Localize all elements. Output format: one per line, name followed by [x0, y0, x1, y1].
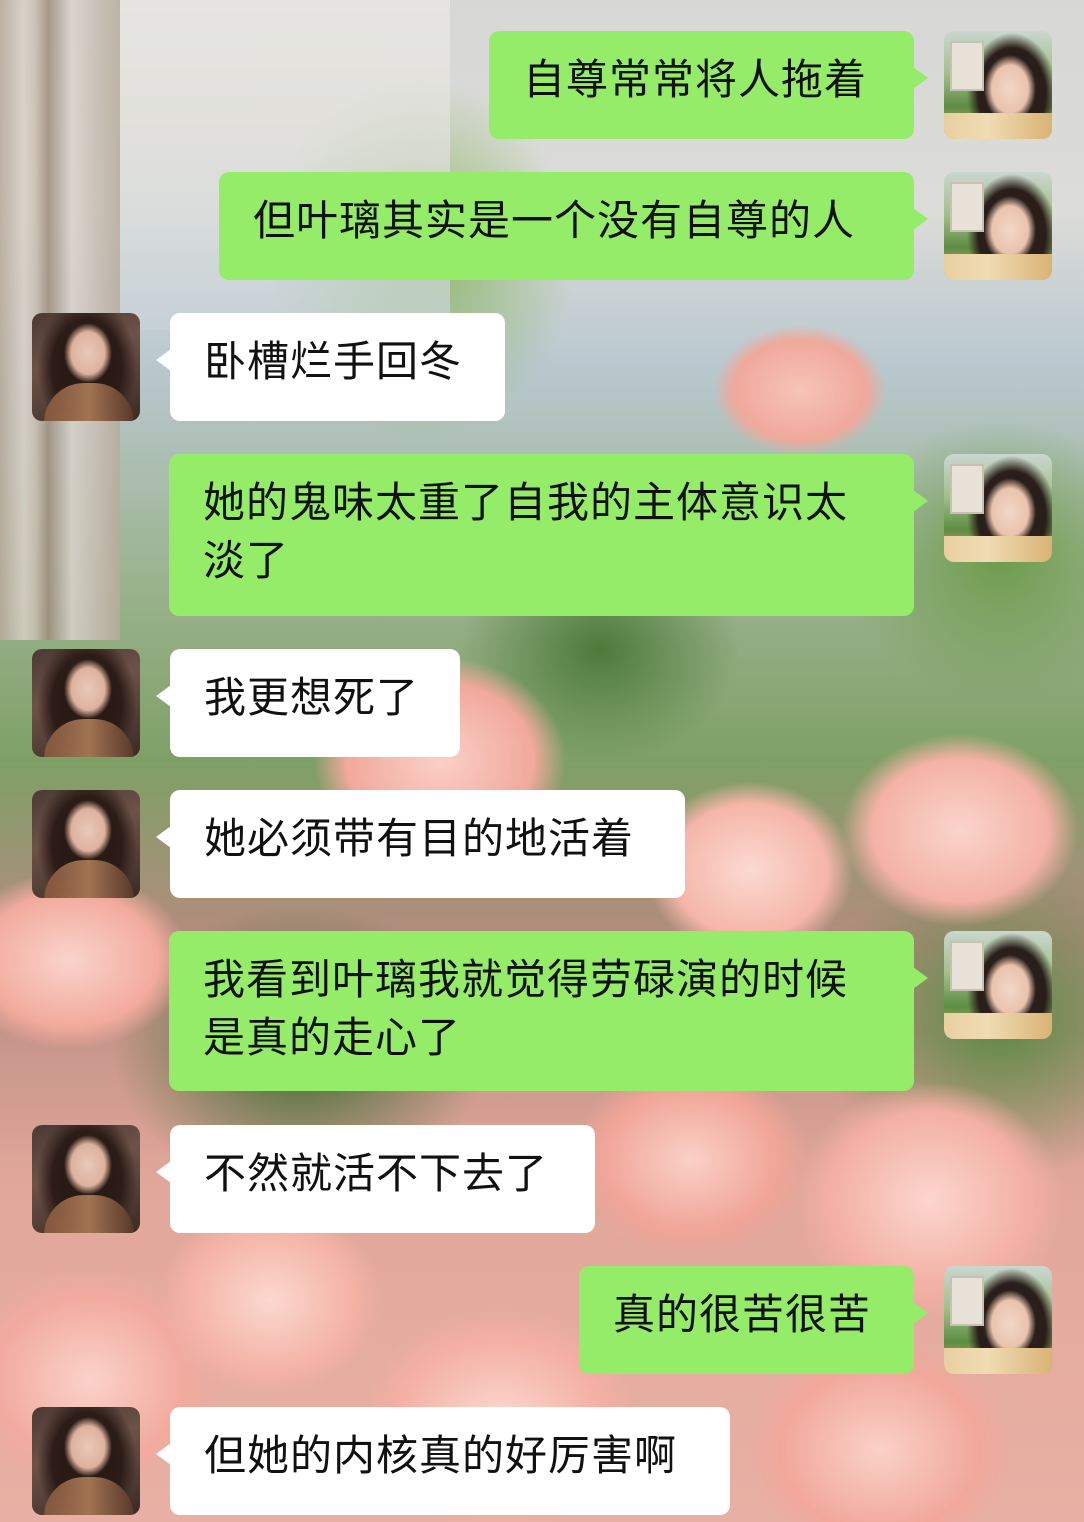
message-bubble[interactable]: 她必须带有目的地活着 [156, 790, 685, 898]
message-bubble[interactable]: 但叶璃其实是一个没有自尊的人 [219, 172, 928, 280]
message-bubble[interactable]: 真的很苦很苦 [579, 1266, 928, 1374]
contact-avatar[interactable] [32, 1407, 140, 1515]
contact-avatar[interactable] [32, 313, 140, 421]
contact-avatar[interactable] [32, 790, 140, 898]
message-bubble[interactable]: 不然就活不下去了 [156, 1125, 595, 1233]
message-bubble[interactable]: 自尊常常将人拖着 [489, 31, 928, 139]
contact-avatar[interactable] [32, 1125, 140, 1233]
user-avatar[interactable] [944, 172, 1052, 280]
user-avatar[interactable] [944, 31, 1052, 139]
message-bubble[interactable]: 我更想死了 [156, 649, 460, 757]
user-avatar[interactable] [944, 454, 1052, 562]
user-avatar[interactable] [944, 931, 1052, 1039]
message-bubble[interactable]: 卧槽烂手回冬 [156, 313, 505, 421]
chat-thread[interactable]: 自尊常常将人拖着 但叶璃其实是一个没有自尊的人 卧槽烂手回冬 她的鬼味太重了自我… [0, 0, 1084, 1522]
message-bubble[interactable]: 但她的内核真的好厉害啊 [156, 1407, 730, 1515]
message-bubble[interactable]: 她的鬼味太重了自我的主体意识太 淡了 [169, 454, 928, 616]
user-avatar[interactable] [944, 1266, 1052, 1374]
contact-avatar[interactable] [32, 649, 140, 757]
message-bubble[interactable]: 我看到叶璃我就觉得劳碌演的时候 是真的走心了 [169, 931, 928, 1091]
